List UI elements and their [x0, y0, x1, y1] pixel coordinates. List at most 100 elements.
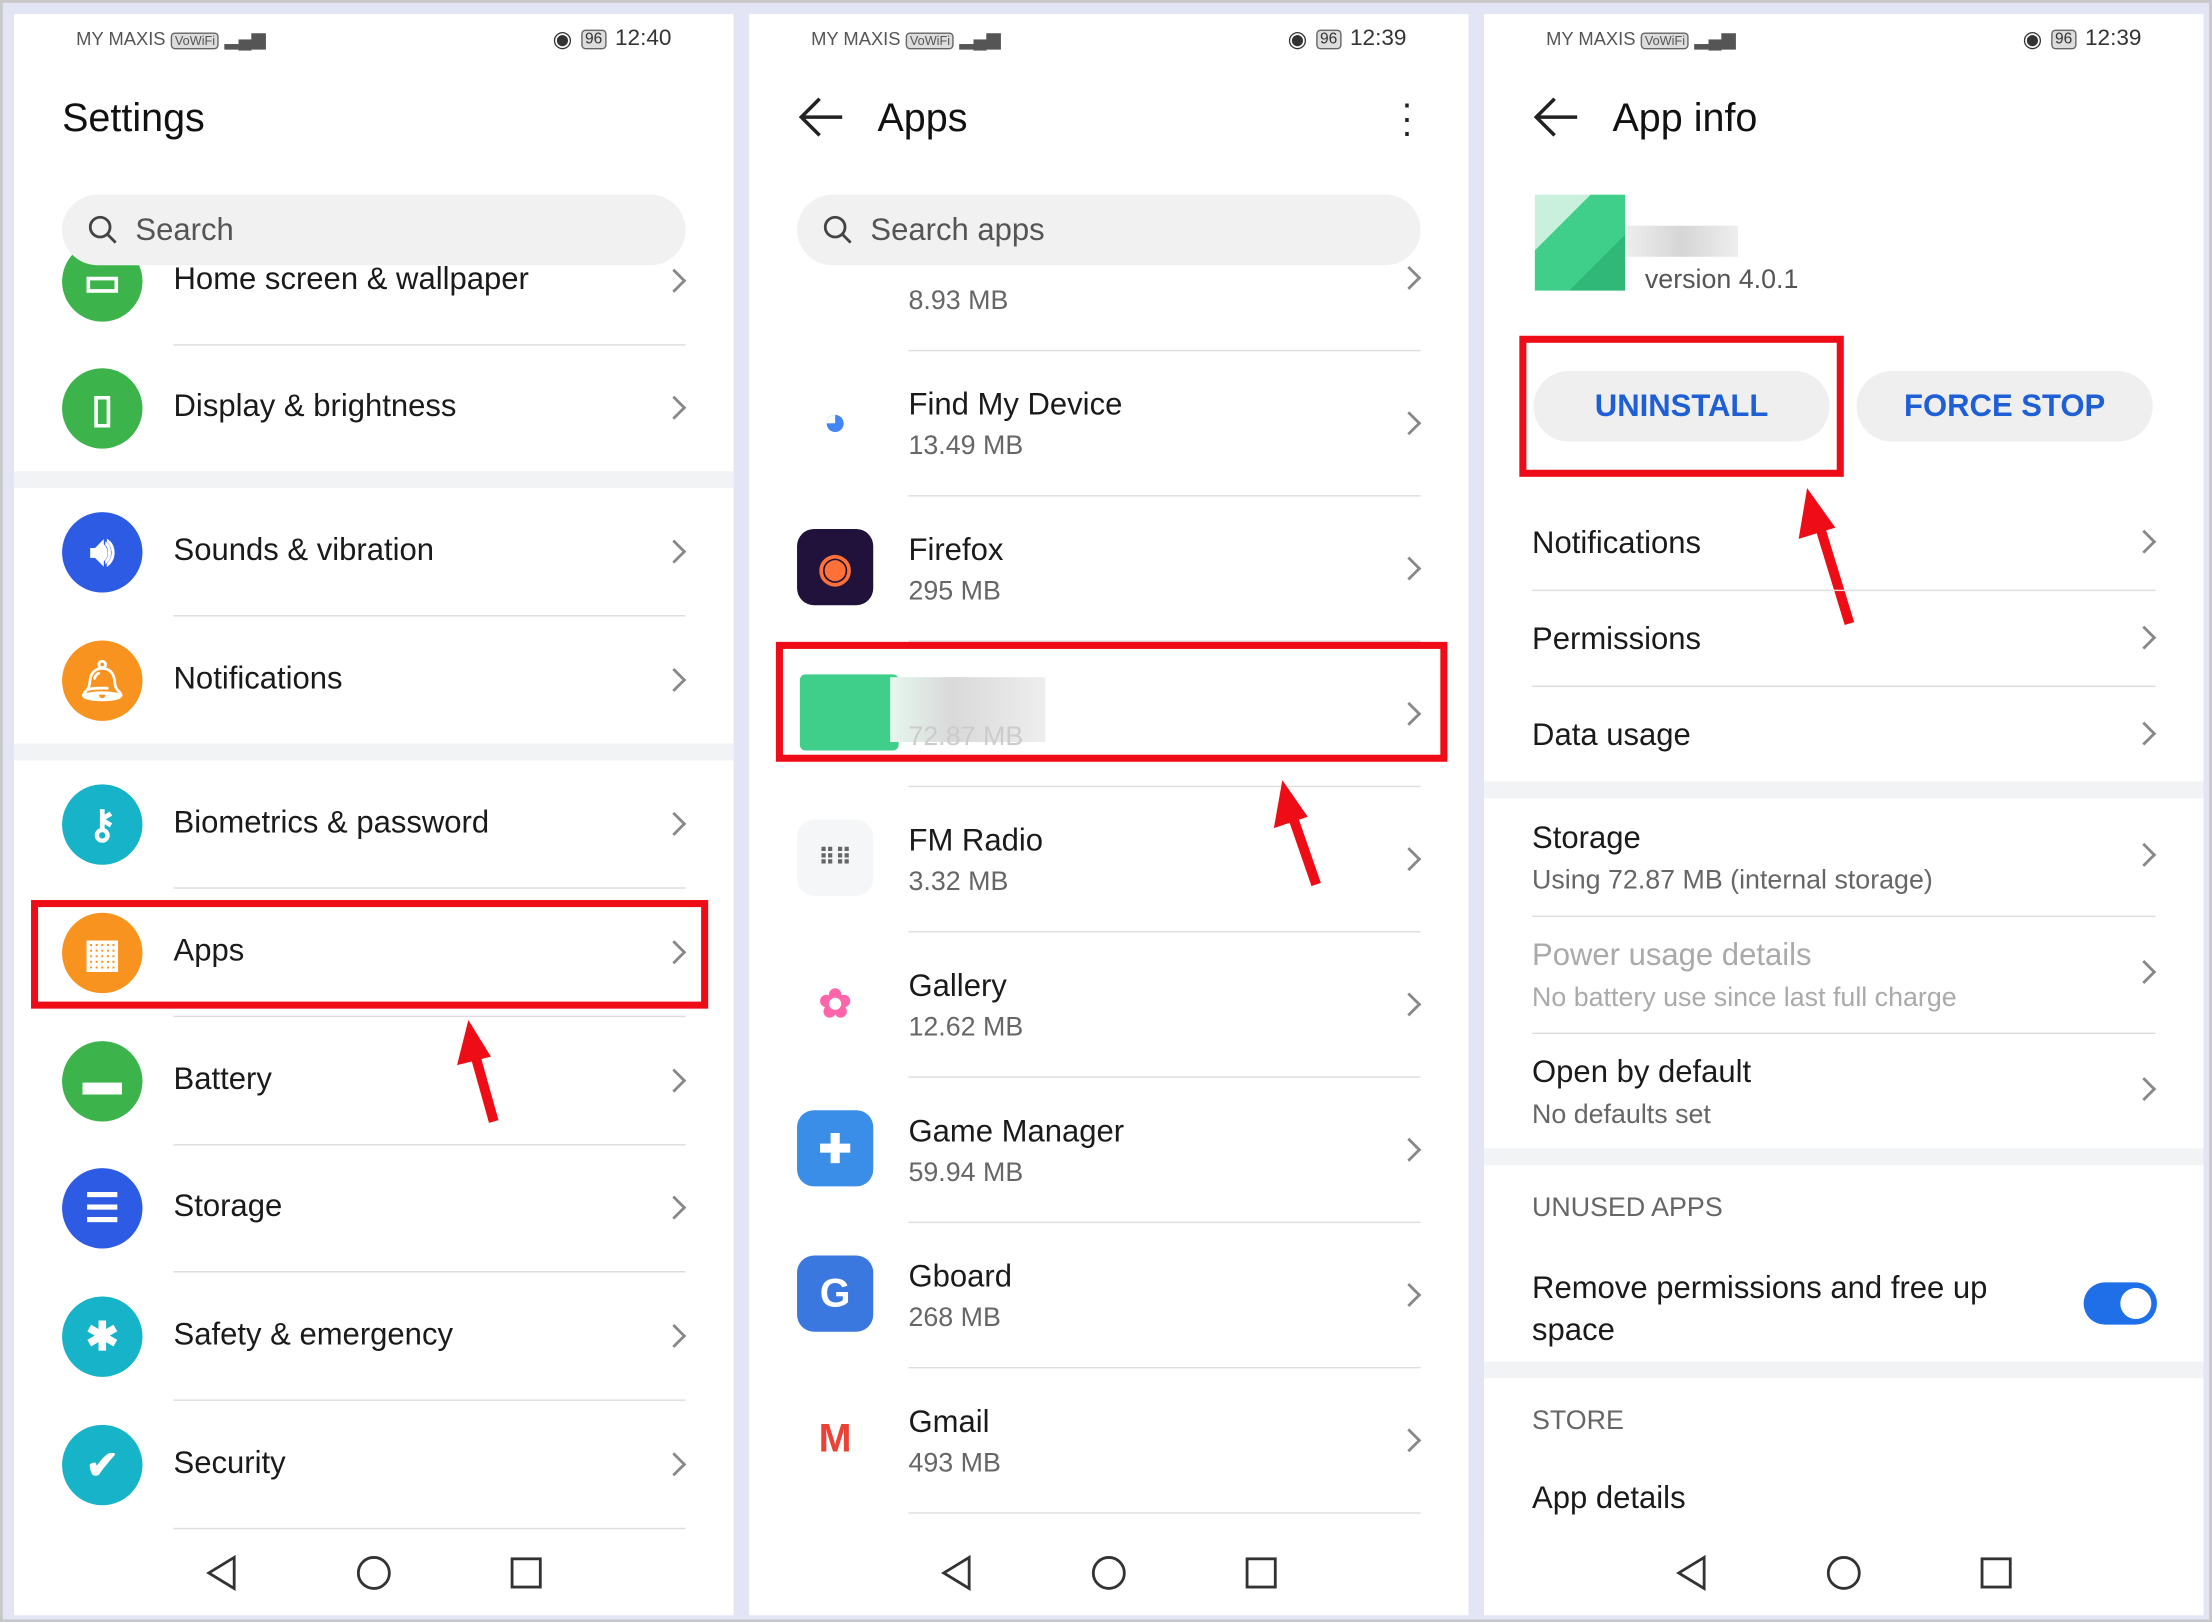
settings-item-label: Home screen & wallpaper: [173, 260, 529, 297]
highlight-box: [775, 641, 1448, 762]
app-name: Gallery: [908, 967, 1007, 1004]
page-title: App info: [1612, 95, 1758, 140]
nav-home-icon[interactable]: [1823, 1552, 1865, 1594]
divider: [1532, 589, 2156, 592]
gmail-icon: M: [797, 1400, 874, 1478]
nav-recents-icon[interactable]: [505, 1552, 547, 1594]
speaker-icon: 🔊︎: [62, 512, 143, 593]
settings-item-label: Storage: [173, 1187, 283, 1224]
shield-icon: ✔: [62, 1424, 143, 1506]
search-placeholder: Search: [135, 211, 234, 247]
chevron-right-icon: [2132, 842, 2157, 867]
app-version: version 4.0.1: [1644, 265, 1799, 295]
divider: [173, 1271, 686, 1273]
chevron-right-icon: [662, 1323, 687, 1348]
settings-item-battery[interactable]: ▬ Battery: [14, 1024, 733, 1137]
app-size: 3.32 MB: [908, 867, 1009, 898]
settings-item-storage[interactable]: ☰ Storage: [14, 1151, 733, 1264]
settings-item-safety-emergency[interactable]: ✱ Safety & emergency: [14, 1280, 733, 1393]
divider: [173, 344, 686, 346]
clock: 12:39: [1349, 26, 1407, 51]
settings-item-biometrics-password[interactable]: ⚷ Biometrics & password: [14, 767, 733, 880]
app-name: Find My Device: [908, 386, 1123, 422]
nav-home-icon[interactable]: [353, 1552, 395, 1594]
remove-permissions-toggle[interactable]: [2083, 1282, 2157, 1325]
settings-screen: MY MAXIS VoWiFi ▂▄▆ ◉ 96 12:40 Settings ▭ …: [14, 14, 734, 1616]
settings-item-security[interactable]: ✔ Security: [14, 1408, 733, 1521]
app-list-item[interactable]: ⠿⠿ FM Radio 3.32 MB: [749, 786, 1468, 931]
chevron-right-icon: [1397, 556, 1422, 581]
row-label: Power usage details: [1532, 936, 1812, 972]
back-arrow-icon[interactable]: [1532, 96, 1580, 138]
battery-level: 96: [1315, 29, 1342, 50]
app-name-blurred: [1625, 225, 1738, 257]
carrier-text: MY MAXIS: [76, 28, 166, 50]
app-icon-blurred: [1534, 194, 1626, 291]
key-icon: ⚷: [62, 784, 143, 865]
app-size: 13.49 MB: [908, 431, 1024, 462]
settings-item-label: Notifications: [173, 660, 343, 696]
app-size: 12.62 MB: [908, 1012, 1024, 1043]
chevron-right-icon: [662, 1195, 687, 1220]
status-carrier: MY MAXIS VoWiFi ▂▄▆: [1546, 28, 1736, 50]
app-list-item[interactable]: ✚ Game Manager 59.94 MB: [749, 1076, 1468, 1221]
chevron-right-icon: [662, 667, 687, 692]
eye-comfort-icon: ◉: [1287, 28, 1308, 53]
nav-home-icon[interactable]: [1088, 1552, 1130, 1594]
search-icon: [823, 215, 852, 244]
carrier-text: MY MAXIS: [1546, 28, 1636, 50]
app-info-screen: MY MAXIS VoWiFi ▂▄▆ ◉ 96 12:39 App info ve…: [1484, 14, 2204, 1616]
screenshot-composite: MY MAXIS VoWiFi ▂▄▆ ◉ 96 12:40 Settings ▭ …: [0, 0, 2212, 1622]
nav-recents-icon[interactable]: [1975, 1552, 2017, 1594]
divider: [173, 1015, 686, 1018]
search-icon: [88, 215, 117, 244]
settings-item-display-brightness[interactable]: ▯ Display & brightness: [14, 351, 733, 464]
chevron-right-icon: [662, 1068, 687, 1093]
row-label: Open by default: [1532, 1053, 1752, 1090]
page-title: Settings: [62, 95, 205, 140]
divider: [1532, 685, 2156, 688]
app-list-item[interactable]: ✿ Gallery 12.62 MB: [749, 931, 1468, 1076]
battery-level: 96: [580, 29, 607, 50]
app-size: 59.94 MB: [908, 1158, 1024, 1188]
highlight-box: [1519, 335, 1844, 477]
chevron-right-icon: [662, 811, 687, 836]
settings-item-label: Safety & emergency: [173, 1316, 453, 1352]
eye-comfort-icon: ◉: [2022, 28, 2043, 53]
app-list-item[interactable]: G Gboard 268 MB: [749, 1222, 1468, 1367]
app-size: 295 MB: [908, 576, 1001, 607]
storage-icon: ☰: [62, 1168, 143, 1249]
radio-icon: ⠿⠿: [797, 819, 874, 896]
search-input[interactable]: Search: [62, 194, 686, 266]
app-list-item[interactable]: ◕ Find My Device 13.49 MB: [749, 350, 1468, 495]
settings-item-notifications[interactable]: 🔔︎ Notifications: [14, 624, 733, 737]
nav-recents-icon[interactable]: [1240, 1552, 1282, 1594]
app-size: 493 MB: [908, 1448, 1001, 1479]
force-stop-button[interactable]: FORCE STOP: [1856, 371, 2153, 442]
more-options-icon[interactable]: · · ·: [1401, 85, 1413, 150]
status-carrier: MY MAXIS VoWiFi ▂▄▆: [811, 28, 1001, 50]
back-arrow-icon[interactable]: [797, 96, 845, 138]
row-label: Permissions: [1532, 620, 1702, 656]
app-list-item[interactable]: M Gmail 493 MB: [749, 1367, 1468, 1512]
nav-back-icon[interactable]: [935, 1552, 977, 1594]
section-gap: [1484, 1148, 2204, 1166]
divider: [1532, 915, 2156, 917]
app-details-row[interactable]: App details: [1532, 1480, 1686, 1517]
search-apps-input[interactable]: Search apps: [797, 194, 1421, 266]
divider: [173, 1144, 686, 1146]
carrier-text: MY MAXIS: [811, 28, 901, 50]
apps-screen: MY MAXIS VoWiFi ▂▄▆ ◉ 96 12:39 Apps · · · 8.…: [749, 14, 1469, 1616]
gboard-icon: G: [797, 1255, 874, 1332]
nav-back-icon[interactable]: [1670, 1552, 1712, 1594]
settings-item-sounds-vibration[interactable]: 🔊︎ Sounds & vibration: [14, 495, 733, 608]
red-arrow: [457, 1019, 499, 1123]
find-my-device-icon: ◕: [797, 383, 874, 460]
row-label: Storage: [1532, 819, 1641, 855]
chevron-right-icon: [1397, 847, 1422, 872]
app-list-item[interactable]: ◉ Firefox 295 MB: [749, 495, 1468, 640]
nav-back-icon[interactable]: [200, 1552, 242, 1594]
chevron-right-icon: [662, 395, 687, 420]
gallery-icon: ✿: [797, 964, 874, 1042]
divider: [173, 615, 686, 617]
